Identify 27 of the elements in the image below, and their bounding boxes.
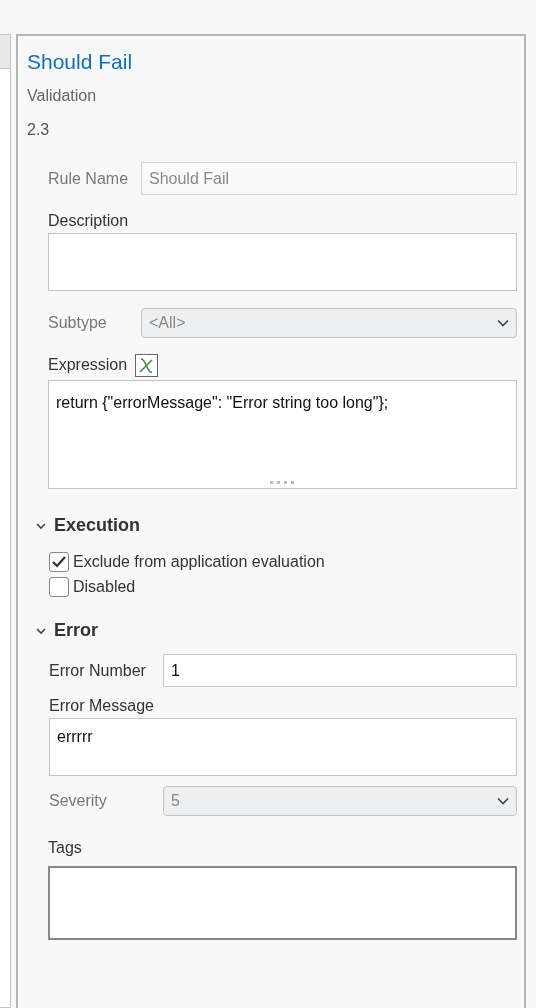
field-label: Expression xyxy=(48,355,128,375)
tags-field[interactable] xyxy=(48,866,517,940)
chevron-down-icon xyxy=(497,797,509,805)
chevron-icon[interactable] xyxy=(36,520,46,531)
chevron-down-icon xyxy=(497,319,509,327)
rule-title: Should Fail xyxy=(27,49,134,75)
field-label: Rule Name xyxy=(48,168,130,189)
code-editor[interactable]: return {"errorMessage": "Error string too long"}; xyxy=(48,380,517,489)
field-label: Severity xyxy=(49,791,108,811)
field-label: Tags xyxy=(48,838,83,858)
text-field[interactable]: 1 xyxy=(163,654,517,687)
checkbox[interactable] xyxy=(49,576,69,597)
checkbox[interactable] xyxy=(49,551,69,572)
field-label: Error Number xyxy=(49,660,147,681)
text-area[interactable]: errrrr xyxy=(49,718,517,776)
rule-version: 2.3 xyxy=(27,120,51,140)
field-label: Description xyxy=(48,211,130,231)
section-heading[interactable]: Execution xyxy=(54,512,141,539)
expression-builder-icon[interactable] xyxy=(135,353,159,377)
section-heading[interactable]: Error xyxy=(54,617,98,644)
resize-grip-icon[interactable] xyxy=(269,481,296,485)
field-label: Error Message xyxy=(49,696,155,716)
chevron-icon[interactable] xyxy=(36,625,46,636)
rule-category: Validation xyxy=(27,86,98,106)
checkbox-label: Exclude from application evaluation xyxy=(73,551,325,572)
checkbox-label: Disabled xyxy=(73,576,136,597)
field-label: Subtype xyxy=(48,313,108,333)
